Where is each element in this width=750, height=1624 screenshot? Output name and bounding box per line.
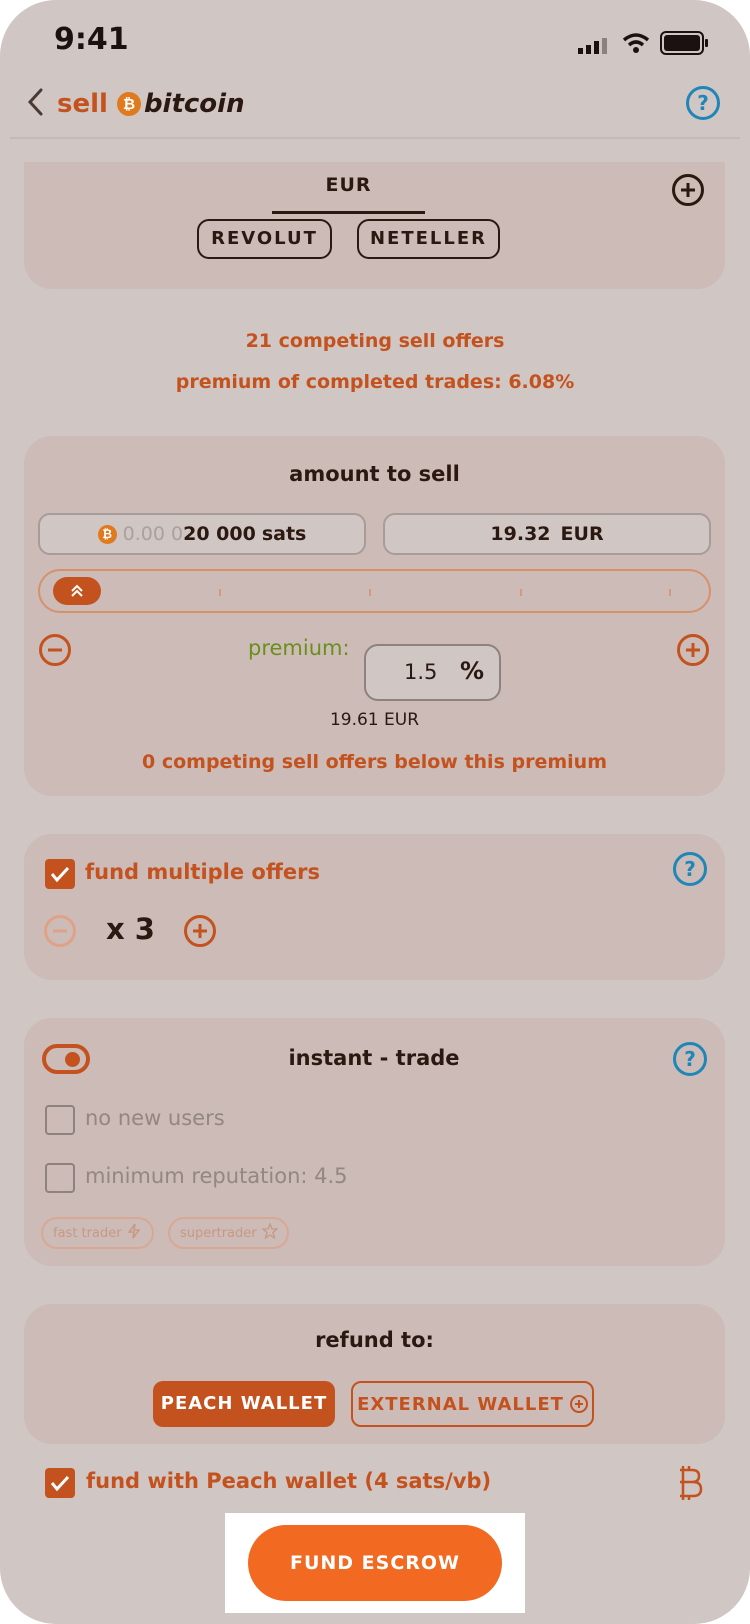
payment-method-revolut[interactable]: REVOLUT — [197, 219, 332, 259]
amount-slider[interactable] — [38, 569, 711, 613]
currency-tab-eur[interactable]: EUR — [272, 174, 425, 214]
no-new-users-label: no new users — [85, 1106, 225, 1130]
fund-escrow-button[interactable]: FUND ESCROW — [248, 1525, 502, 1601]
instant-trade-toggle[interactable] — [42, 1044, 90, 1074]
no-new-users-checkbox[interactable] — [45, 1105, 75, 1135]
sats-unit: sats — [261, 523, 307, 545]
offer-multiplier: x 3 — [106, 912, 155, 946]
premium-unit: % — [460, 657, 485, 685]
badge-fast-trader[interactable]: fast trader — [41, 1217, 154, 1249]
increase-premium-button[interactable] — [677, 634, 709, 666]
star-icon — [260, 1222, 279, 1243]
min-reputation-label: minimum reputation: 4.5 — [85, 1164, 348, 1188]
currency-tab-label: EUR — [325, 174, 372, 196]
slider-tick — [219, 589, 221, 596]
multiple-offers-card: fund multiple offers ? x 3 — [24, 834, 725, 980]
fund-multiple-checkbox[interactable] — [45, 859, 75, 889]
fund-with-peach-label: fund with Peach wallet (4 sats/vb) — [86, 1469, 492, 1493]
wifi-icon — [622, 32, 650, 54]
external-wallet-label: EXTERNAL WALLET — [357, 1393, 564, 1415]
refund-title: refund to: — [315, 1328, 434, 1352]
slider-tick — [369, 589, 371, 596]
payment-methods-card: EUR REVOLUT NETELLER — [24, 162, 725, 289]
bitcoin-symbol-icon[interactable] — [674, 1462, 704, 1504]
refund-card: refund to: PEACH WALLET EXTERNAL WALLET — [24, 1304, 725, 1444]
badge-supertrader[interactable]: supertrader — [168, 1217, 289, 1249]
help-icon[interactable]: ? — [686, 86, 720, 120]
page-title: sell ₿ bitcoin — [57, 84, 245, 124]
signal-icon — [578, 38, 608, 54]
slider-thumb[interactable] — [53, 577, 101, 605]
instant-trade-card: instant - trade ? no new users minimum r… — [24, 1018, 725, 1266]
amount-title: amount to sell — [289, 462, 460, 486]
sats-amount-field[interactable]: ₿ 0.00 0 20 000 sats — [38, 513, 366, 555]
slider-tick — [669, 589, 671, 596]
min-reputation-checkbox[interactable] — [45, 1163, 75, 1193]
back-button[interactable] — [24, 86, 48, 118]
slider-tick — [520, 589, 522, 596]
header-divider — [10, 137, 740, 139]
competing-offers-text: 21 competing sell offers — [245, 330, 505, 352]
fiat-currency: EUR — [560, 523, 604, 545]
premium-completed-text: premium of completed trades: 6.08% — [175, 371, 575, 393]
badge-label: supertrader — [180, 1225, 257, 1241]
battery-icon — [660, 30, 710, 56]
title-prefix: sell — [57, 89, 108, 119]
plus-circle-icon — [569, 1395, 588, 1413]
premium-value: 1.5 — [404, 660, 438, 684]
fund-with-peach-checkbox[interactable] — [45, 1468, 75, 1498]
help-icon[interactable]: ? — [673, 1042, 707, 1076]
title-brand: bitcoin — [143, 89, 245, 119]
fiat-amount-field[interactable]: 19.32 EUR — [383, 513, 711, 555]
premium-label: premium: — [248, 636, 350, 660]
peach-wallet-button[interactable]: PEACH WALLET — [153, 1381, 335, 1427]
help-icon[interactable]: ? — [673, 852, 707, 886]
external-wallet-button[interactable]: EXTERNAL WALLET — [351, 1381, 594, 1427]
increase-offers-button[interactable] — [184, 915, 216, 947]
add-payment-method-button[interactable] — [672, 174, 704, 206]
app-screen: 9:41 sell ₿ bitcoin ? EUR REVOLUT NETELL… — [0, 0, 750, 1624]
lightning-icon — [127, 1223, 141, 1243]
decrease-offers-button[interactable] — [44, 915, 76, 947]
decrease-premium-button[interactable] — [39, 634, 71, 666]
premium-fiat-value: 19.61 EUR — [329, 710, 420, 730]
bitcoin-icon: ₿ — [97, 524, 117, 544]
sats-prefix: 0.00 0 — [122, 523, 184, 545]
status-time: 9:41 — [54, 22, 129, 57]
bitcoin-logo-icon: ₿ — [116, 92, 141, 116]
payment-method-neteller[interactable]: NETELLER — [357, 219, 500, 259]
sats-value: 20 000 — [183, 523, 256, 545]
currency-tab-underline — [272, 211, 425, 214]
below-premium-text: 0 competing sell offers below this premi… — [142, 751, 607, 773]
amount-card: amount to sell ₿ 0.00 0 20 000 sats 19.3… — [24, 436, 725, 796]
toggle-knob — [65, 1052, 80, 1067]
fiat-value: 19.32 — [490, 523, 551, 545]
instant-trade-label: instant - trade — [288, 1046, 460, 1070]
fund-multiple-label: fund multiple offers — [85, 860, 320, 884]
badge-label: fast trader — [53, 1225, 122, 1241]
